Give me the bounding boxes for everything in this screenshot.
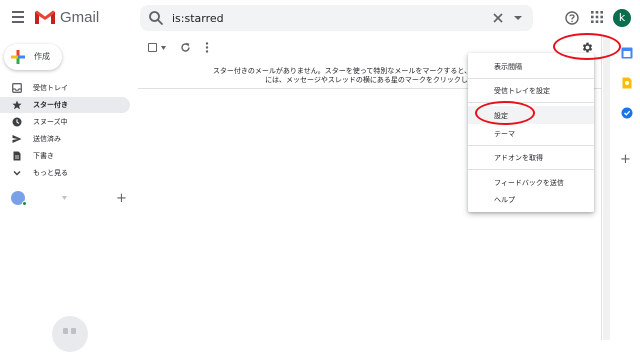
sidebar-item-label: 送信済み [33,135,61,143]
annotation-circle-gear [553,33,621,60]
menu-item-configure-inbox[interactable]: 受信トレイを設定 [468,81,594,99]
divider [468,78,594,79]
compose-plus-icon [11,50,25,64]
menu-item-get-addons[interactable]: アドオンを取得 [468,148,594,166]
sidebar-item-drafts[interactable]: 下書き [0,148,130,164]
search-icon[interactable] [148,10,164,26]
compose-button[interactable]: 作成 [4,44,62,70]
keep-icon[interactable] [621,77,633,89]
add-contact-icon[interactable]: + [116,191,127,206]
help-icon[interactable] [565,11,579,25]
send-icon [12,135,22,143]
sidebar-item-label: 受信トレイ [33,84,68,92]
main-menu-icon[interactable] [12,11,24,23]
hangouts-icon[interactable] [52,316,88,352]
menu-item-label: フィードバックを送信 [494,179,564,187]
settings-menu: 表示間隔 受信トレイを設定 設定 テーマ アドオンを取得 フィードバックを送信 … [468,53,594,212]
search-options-icon[interactable] [513,14,523,22]
brand-name: Gmail [60,9,100,26]
sidebar-item-starred[interactable]: スター付き [0,97,130,113]
tasks-icon[interactable] [621,107,633,119]
sidebar-item-label: スヌーズ中 [33,118,68,126]
get-addons-icon[interactable]: + [620,152,631,167]
more-vert-icon[interactable] [205,42,209,53]
compose-label: 作成 [34,52,50,61]
menu-item-display-density[interactable]: 表示間隔 [468,57,594,75]
divider [468,145,594,146]
draft-icon [13,151,21,161]
menu-item-send-feedback[interactable]: フィードバックを送信 [468,173,594,191]
menu-item-themes[interactable]: テーマ [468,124,594,142]
sidebar-item-label: もっと見る [33,169,68,177]
menu-item-label: テーマ [494,130,515,138]
search-bar[interactable] [140,5,533,31]
sidebar-item-label: 下書き [33,152,54,160]
select-all-checkbox[interactable] [148,43,157,52]
hangouts-user-row: + [0,188,138,208]
online-status-dot [22,201,27,206]
gmail-logo-icon[interactable] [34,9,56,25]
sidebar-item-more[interactable]: もっと見る [0,165,130,181]
account-avatar[interactable]: k [613,9,631,27]
search-input[interactable] [172,9,472,27]
clear-search-icon[interactable] [490,10,506,26]
sidebar-item-inbox[interactable]: 受信トレイ [0,80,130,96]
chevron-down-icon[interactable] [62,196,67,200]
top-bar: Gmail k [0,0,640,36]
sidebar-item-label: スター付き [33,101,68,109]
chevron-down-icon [13,171,21,176]
sidebar-item-sent[interactable]: 送信済み [0,131,130,147]
menu-item-help[interactable]: ヘルプ [468,190,594,208]
menu-item-label: 受信トレイを設定 [494,87,550,95]
apps-grid-icon[interactable] [591,11,603,23]
sidebar-item-snoozed[interactable]: スヌーズ中 [0,114,130,130]
chevron-down-icon[interactable] [161,46,166,50]
divider [468,169,594,170]
scrollbar[interactable] [603,36,610,340]
refresh-icon[interactable] [180,42,191,53]
menu-item-label: アドオンを取得 [494,154,543,162]
clock-icon [12,117,22,127]
inbox-icon [12,83,22,93]
calendar-icon[interactable] [621,47,633,59]
annotation-circle-settings [475,101,535,125]
divider [601,36,602,340]
menu-item-label: 表示間隔 [494,63,522,71]
star-icon [12,100,22,110]
menu-item-label: ヘルプ [494,196,515,204]
